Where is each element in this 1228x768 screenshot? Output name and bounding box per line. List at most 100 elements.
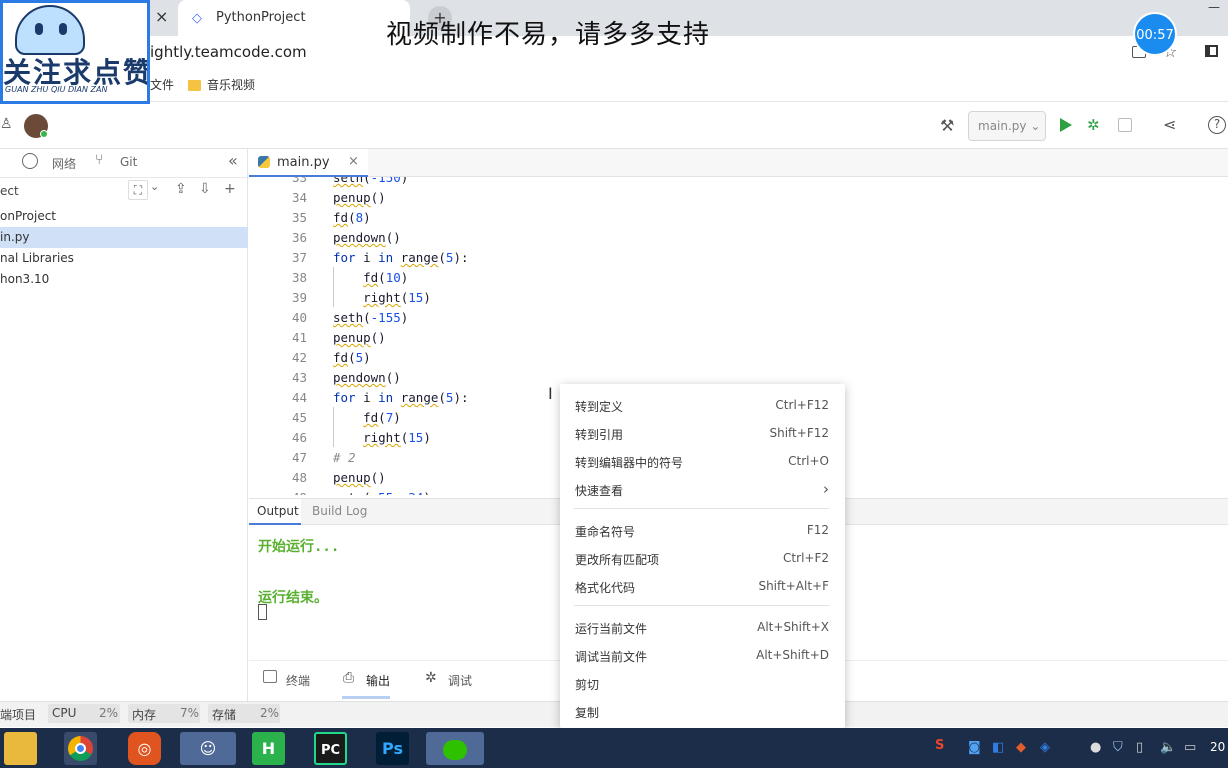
code-line[interactable]: penup() [333,470,386,485]
tree-item-project[interactable]: onProject [0,206,248,227]
code-line[interactable]: for i in range(5): [333,390,469,405]
context-menu-item[interactable]: 更改所有匹配项 Ctrl+F2 [560,551,845,569]
close-tab-icon[interactable]: × [155,7,168,26]
context-menu-item[interactable]: 调试当前文件 Alt+Shift+D [560,648,845,666]
online-status-dot [40,130,48,138]
bookmark-music-video[interactable]: 音乐视频 [188,76,255,93]
code-line[interactable]: penup() [333,330,386,345]
context-menu-item[interactable]: 剪切 [560,676,845,694]
tab-output-panel[interactable]: 输出 [366,672,390,689]
build-hammer-icon[interactable]: ⚒ [940,116,954,135]
code-line[interactable]: pendown() [333,370,401,385]
tab-output[interactable]: Output [249,499,301,525]
code-line[interactable]: fd(10) [333,270,408,285]
add-user-icon[interactable]: ♙ [0,116,13,132]
code-line[interactable]: fd(5) [333,350,371,365]
tree-item-main-py[interactable]: in.py [0,227,248,248]
code-line[interactable]: penup() [333,190,386,205]
tab-title: PythonProject [216,10,306,25]
code-line[interactable]: seth(-150) [333,177,408,185]
url-text[interactable]: ightly.teamcode.com [150,43,307,61]
window-minimize-button[interactable]: — [1200,0,1228,14]
photoshop-icon[interactable]: Ps [376,732,409,765]
stop-icon[interactable] [1118,118,1132,132]
tab-build-log[interactable]: Build Log [312,504,367,518]
network-icon[interactable]: ▭ [1184,740,1196,755]
status-project[interactable]: 端项目 [0,706,36,723]
menu-separator [574,508,829,509]
line-number: 38 [291,270,307,285]
git-branch-icon[interactable]: ⑂ [95,152,103,168]
context-menu-item[interactable]: 重命名符号 F12 [560,523,845,541]
context-menu-item[interactable]: 运行当前文件 Alt+Shift+X [560,620,845,638]
menu-item-shortcut: Ctrl+F2 [783,551,829,565]
run-config-select[interactable]: main.py ⌄ [968,111,1046,141]
code-line[interactable]: seth(-155) [333,310,408,325]
pycharm-icon[interactable]: PC [314,732,347,765]
globe-icon[interactable] [22,153,38,169]
chrome-app[interactable] [64,732,97,765]
tray-app-icon[interactable]: ◆ [1016,740,1026,755]
folder-icon [188,80,201,91]
volume-icon[interactable]: 🔈 [1160,740,1176,755]
share-icon[interactable]: ⋖ [1163,115,1176,134]
code-line[interactable]: for i in range(5): [333,250,469,265]
context-menu-item[interactable]: 格式化代码 Shift+Alt+F [560,579,845,597]
hbuilder-icon[interactable]: H [252,732,285,765]
shield-icon[interactable]: ◈ [1040,740,1050,755]
wechat-icon [443,739,467,760]
chevron-right-icon: › [823,480,829,498]
sogou-icon[interactable]: S [935,738,944,753]
tree-item-external-libraries[interactable]: nal Libraries [0,248,248,269]
collapse-sidebar-icon[interactable]: « [228,151,238,170]
context-menu-item[interactable]: 复制 [560,704,845,722]
code-line[interactable]: right(15) [333,430,431,445]
context-menu-item[interactable]: 转到编辑器中的符号 Ctrl+O [560,454,845,472]
qq-icon[interactable]: ☺ [180,732,236,765]
context-menu-item[interactable]: 转到定义 Ctrl+F12 [560,398,845,416]
wechat-app[interactable] [426,732,484,765]
sidebar-tab-git[interactable]: Git [120,155,137,169]
editor-tab-main-py[interactable]: main.py × [249,149,368,177]
chevron-down-icon[interactable]: ⌄ [150,180,159,193]
side-panel-icon[interactable] [1205,45,1218,57]
editor-tab-label: main.py [277,155,330,170]
debug-bug-icon[interactable]: ✲ [1087,116,1100,134]
code-line[interactable]: fd(7) [333,410,401,425]
close-icon[interactable]: × [348,154,359,169]
code-line[interactable]: fd(8) [333,210,371,225]
bookmark-files[interactable]: 文件 [150,76,174,93]
sidebar-tab-network[interactable]: 网络 [52,155,76,172]
editor-tab-bar [249,149,1228,177]
menu-item-label: 转到引用 [575,428,624,442]
download-icon[interactable]: ⇩ [199,181,211,197]
tree-item-python[interactable]: hon3.10 [0,269,248,290]
run-icon[interactable] [1060,118,1072,132]
upload-icon[interactable]: ⇪ [175,181,187,197]
help-icon[interactable]: ? [1208,116,1226,134]
tab-debug[interactable]: 调试 [448,672,472,689]
storage-label: 存储 [212,708,237,722]
teamcode-favicon-icon: ◇ [192,11,202,26]
clock[interactable]: 20 [1210,740,1225,754]
add-file-icon[interactable]: + [224,181,236,197]
console-cursor[interactable] [258,604,267,620]
tray-app-icon[interactable]: ◧ [992,740,1004,755]
expand-icon[interactable]: ⛶ [128,180,148,200]
code-line[interactable]: # 2 [333,450,356,465]
code-line[interactable]: goto(-55,-34) [333,490,431,495]
tray-circle-icon[interactable]: ● [1090,740,1101,755]
code-line[interactable]: right(15) [333,290,431,305]
browser-tab-active[interactable]: ◇ PythonProject [178,0,410,36]
menu-separator [574,605,829,606]
context-menu-item[interactable]: 快速查看 › [560,480,845,500]
tab-terminal[interactable]: 终端 [286,672,310,689]
code-line[interactable]: pendown() [333,230,401,245]
security-shield-icon[interactable]: ⛉ [1113,740,1123,755]
recording-timer: 00:57 [1133,12,1177,56]
file-explorer-icon[interactable] [4,732,37,765]
app-orange-icon[interactable]: ◎ [128,732,161,765]
tray-app-icon[interactable]: ◙ [968,740,981,755]
context-menu-item[interactable]: 转到引用 Shift+F12 [560,426,845,444]
device-icon[interactable]: ▯ [1136,740,1143,755]
